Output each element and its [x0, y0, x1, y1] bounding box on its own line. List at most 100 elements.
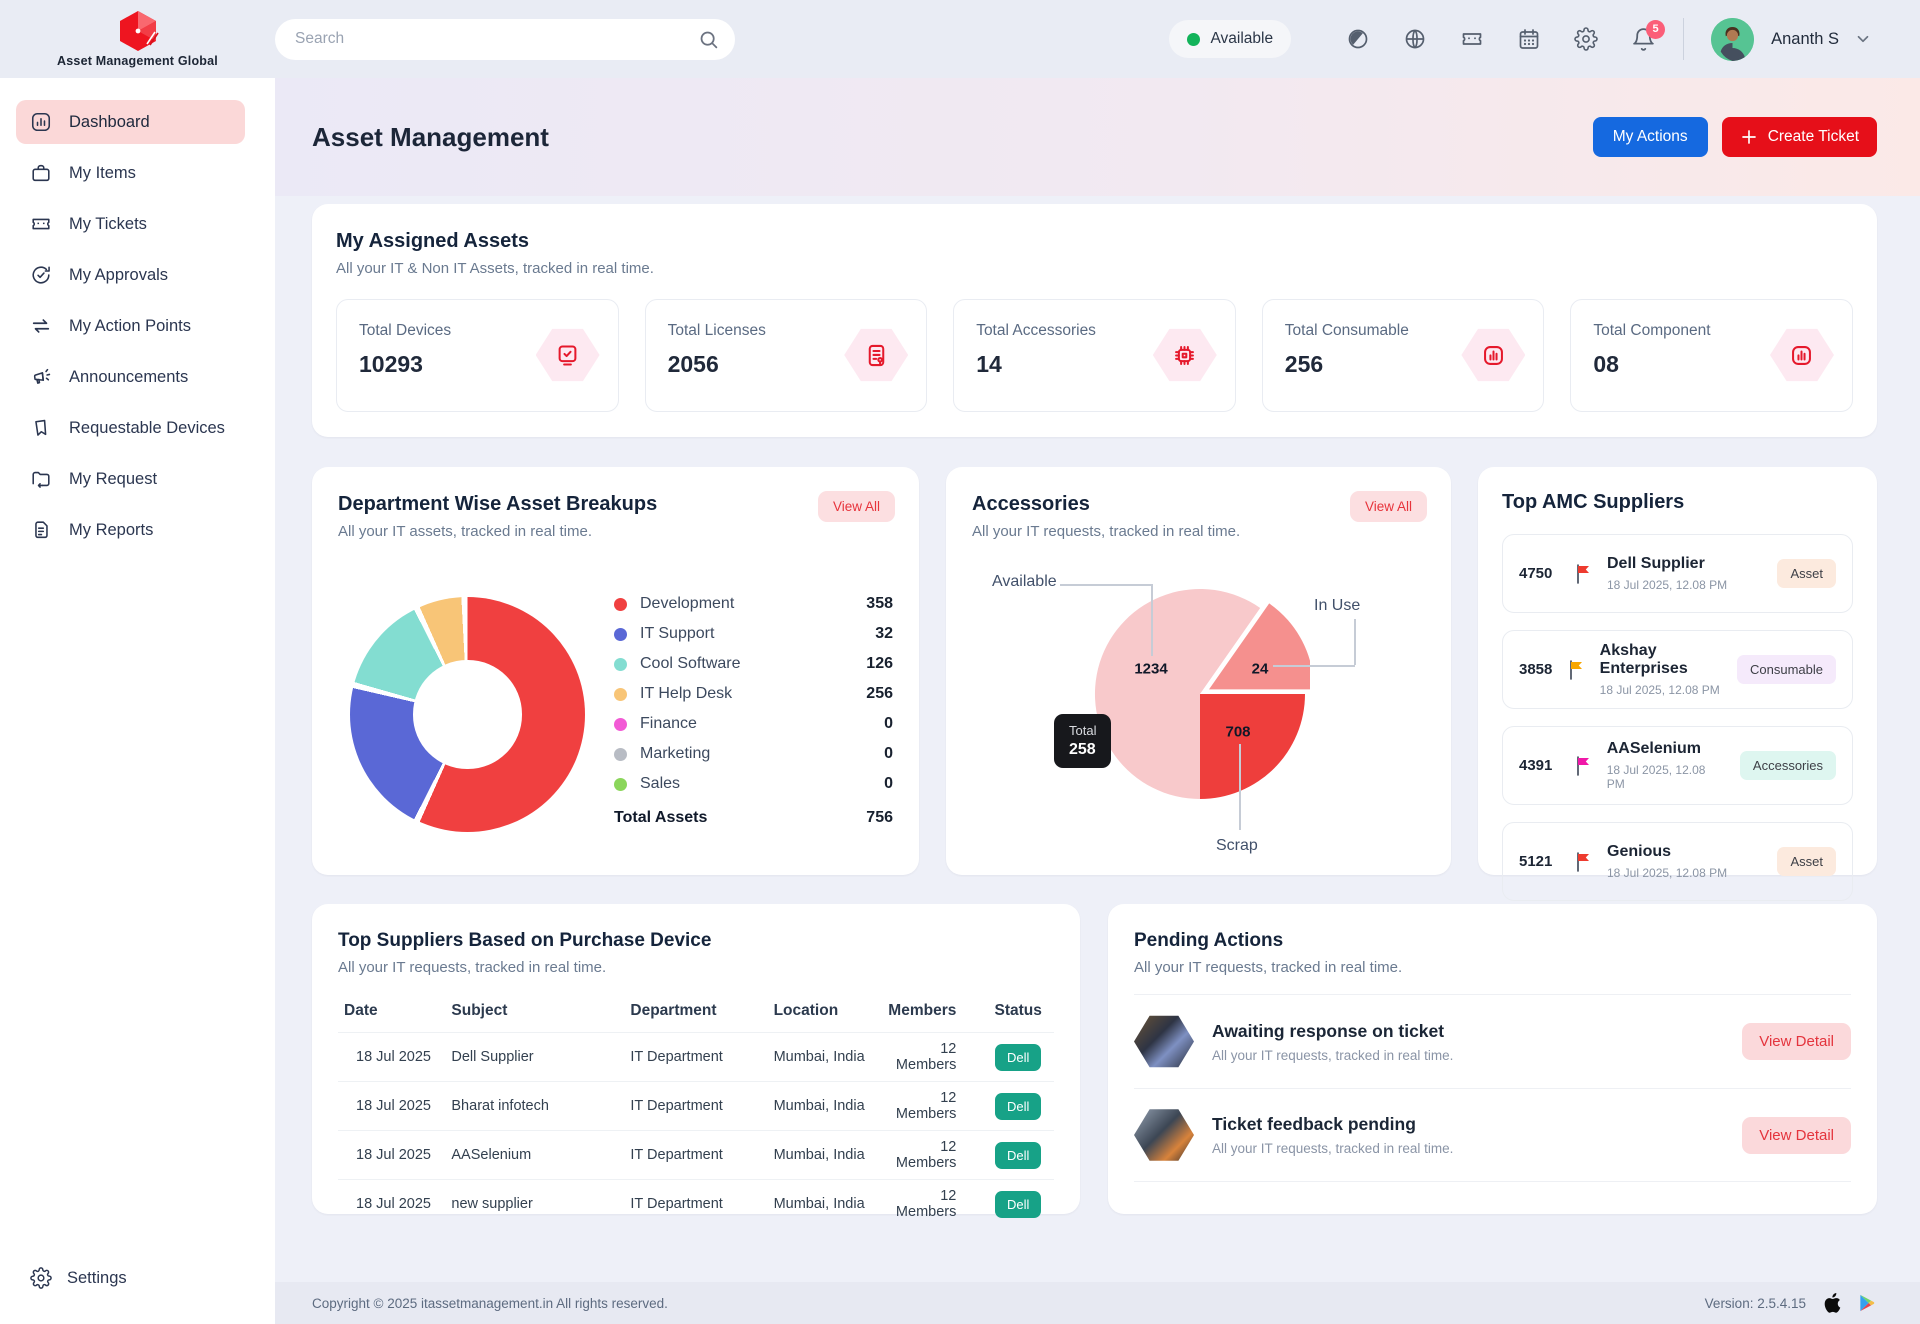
my-actions-button[interactable]: My Actions	[1593, 117, 1708, 157]
legend-dot	[614, 748, 627, 761]
department-breakup-card: Department Wise Asset Breakups All your …	[312, 467, 919, 875]
settings-label: Settings	[67, 1269, 127, 1288]
legend-row: IT Support 32	[614, 619, 893, 649]
create-ticket-button[interactable]: Create Ticket	[1722, 117, 1877, 157]
avatar[interactable]	[1711, 18, 1754, 61]
section-subtitle: All your IT requests, tracked in real ti…	[338, 959, 1054, 976]
view-detail-button[interactable]: View Detail	[1742, 1117, 1851, 1154]
legend-row: Sales 0	[614, 769, 893, 799]
main-content: Asset Management My Actions Create Ticke…	[275, 78, 1920, 1324]
section-title: Pending Actions	[1134, 930, 1851, 952]
bell-icon[interactable]: 5	[1631, 27, 1656, 52]
stat-card-total-consumable[interactable]: Total Consumable 256	[1262, 299, 1545, 412]
department-legend: Development 358 IT Support 32 Cool Softw…	[614, 589, 893, 833]
dashboard-icon	[30, 111, 52, 133]
view-detail-button[interactable]: View Detail	[1742, 1023, 1851, 1060]
ticket-thumbnail-image	[1134, 1014, 1194, 1070]
status-badge[interactable]: Dell	[995, 1044, 1041, 1071]
status-badge[interactable]: Dell	[995, 1191, 1041, 1218]
legend-dot	[614, 718, 627, 731]
stat-card-total-licenses[interactable]: Total Licenses 2056	[645, 299, 928, 412]
megaphone-icon	[30, 366, 52, 388]
sidebar-item-my-approvals[interactable]: My Approvals	[16, 253, 245, 297]
department-donut-chart[interactable]	[350, 597, 585, 832]
page-title: Asset Management	[312, 122, 549, 153]
google-play-icon[interactable]	[1857, 1292, 1877, 1314]
chevron-down-icon[interactable]	[1854, 30, 1872, 48]
sidebar-item-label: My Request	[69, 470, 157, 489]
sidebar-item-requestable-devices[interactable]: Requestable Devices	[16, 406, 245, 450]
table-row[interactable]: 18 Jul 2025 AASelenium IT Department Mum…	[338, 1131, 1054, 1180]
sidebar-item-label: My Approvals	[69, 266, 168, 285]
section-title: My Assigned Assets	[336, 230, 1853, 253]
calendar-icon[interactable]	[1517, 27, 1541, 51]
table-row[interactable]: 18 Jul 2025 Dell Supplier IT Department …	[338, 1033, 1054, 1082]
gear-icon[interactable]	[1574, 27, 1598, 51]
flag-icon	[1575, 756, 1593, 776]
section-title: Department Wise Asset Breakups	[338, 493, 893, 516]
pending-item[interactable]: Awaiting response on ticket All your IT …	[1134, 994, 1851, 1088]
sidebar-item-my-request[interactable]: My Request	[16, 457, 245, 501]
amc-supplier-row[interactable]: 4391 AASelenium 18 Jul 2025, 12.08 PM Ac…	[1502, 726, 1853, 805]
accessories-card: Accessories All your IT requests, tracke…	[946, 467, 1451, 875]
sidebar-item-label: Requestable Devices	[69, 419, 225, 438]
category-badge: Asset	[1777, 559, 1836, 588]
table-row[interactable]: 18 Jul 2025 new supplier IT Department M…	[338, 1180, 1054, 1229]
pending-item[interactable]: Ticket feedback pending All your IT requ…	[1134, 1088, 1851, 1182]
notification-badge: 5	[1646, 20, 1665, 39]
amc-supplier-row[interactable]: 4750 Dell Supplier 18 Jul 2025, 12.08 PM…	[1502, 534, 1853, 613]
pie-chart-svg[interactable]	[1090, 584, 1310, 804]
swap-arrows-icon	[30, 315, 52, 337]
flag-icon	[1568, 660, 1586, 680]
theme-contrast-icon[interactable]	[1346, 27, 1370, 51]
brand-logo[interactable]: Asset Management Global	[0, 10, 275, 68]
stats-row: Total Devices 10293 Total Licenses 2056	[336, 299, 1853, 412]
sidebar-item-announcements[interactable]: Announcements	[16, 355, 245, 399]
search-icon[interactable]	[698, 29, 719, 50]
status-badge[interactable]: Dell	[995, 1142, 1041, 1169]
amc-supplier-row[interactable]: 3858 Akshay Enterprises 18 Jul 2025, 12.…	[1502, 630, 1853, 709]
user-name[interactable]: Ananth S	[1771, 30, 1839, 49]
apple-logo-icon[interactable]	[1822, 1292, 1841, 1314]
sidebar: Dashboard My Items My Tickets	[0, 78, 275, 1324]
globe-icon[interactable]	[1403, 27, 1427, 51]
sidebar-item-settings[interactable]: Settings	[0, 1256, 275, 1300]
pie-value-in-use: 24	[1252, 661, 1269, 678]
stat-card-total-accessories[interactable]: Total Accessories 14	[953, 299, 1236, 412]
legend-row: Finance 0	[614, 709, 893, 739]
amc-supplier-row[interactable]: 5121 Genious 18 Jul 2025, 12.08 PM Asset	[1502, 822, 1853, 901]
my-assigned-assets-card: My Assigned Assets All your IT & Non IT …	[312, 204, 1877, 437]
dept-view-all-button[interactable]: View All	[818, 491, 895, 522]
ticket-icon[interactable]	[1460, 27, 1484, 51]
flag-icon	[1575, 852, 1593, 872]
brand-logo-icon	[115, 10, 161, 52]
legend-total-row: Total Assets 756	[614, 803, 893, 833]
leader-line	[1354, 619, 1356, 665]
search-input[interactable]	[275, 19, 735, 60]
bookmark-icon	[30, 417, 52, 439]
stat-card-total-component[interactable]: Total Component 08	[1570, 299, 1853, 412]
sidebar-item-label: Announcements	[69, 368, 188, 387]
sidebar-item-my-action-points[interactable]: My Action Points	[16, 304, 245, 348]
pie-label-scrap: Scrap	[1216, 837, 1258, 855]
top-amc-suppliers-card: Top AMC Suppliers 4750 Dell Supplier 18 …	[1478, 467, 1877, 875]
legend-row: Marketing 0	[614, 739, 893, 769]
legend-dot	[614, 658, 627, 671]
sidebar-item-label: My Items	[69, 164, 136, 183]
topbar-divider	[1683, 18, 1684, 60]
plus-icon	[1740, 128, 1758, 146]
sidebar-item-my-items[interactable]: My Items	[16, 151, 245, 195]
table-row[interactable]: 18 Jul 2025 Bharat infotech IT Departmen…	[338, 1082, 1054, 1131]
sidebar-nav: Dashboard My Items My Tickets	[0, 78, 275, 559]
status-badge[interactable]: Dell	[995, 1093, 1041, 1120]
section-title: Top Suppliers Based on Purchase Device	[338, 930, 1054, 952]
stat-card-total-devices[interactable]: Total Devices 10293	[336, 299, 619, 412]
sidebar-item-my-tickets[interactable]: My Tickets	[16, 202, 245, 246]
sidebar-item-dashboard[interactable]: Dashboard	[16, 100, 245, 144]
availability-status-pill[interactable]: Available	[1169, 20, 1291, 58]
ticket-icon	[30, 213, 52, 235]
ticket-thumbnail-image	[1134, 1107, 1194, 1163]
version-label: Version: 2.5.4.15	[1705, 1296, 1806, 1311]
sidebar-item-my-reports[interactable]: My Reports	[16, 508, 245, 552]
legend-row: Development 358	[614, 589, 893, 619]
